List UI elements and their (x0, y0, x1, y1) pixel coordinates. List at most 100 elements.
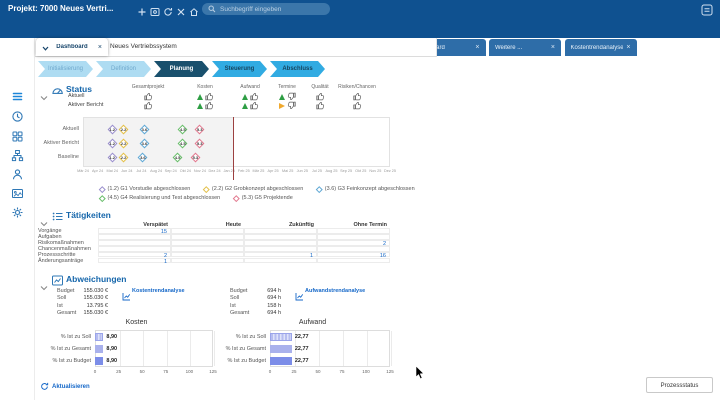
tab-close-icon[interactable]: × (551, 44, 555, 51)
history-icon[interactable] (11, 110, 24, 123)
legend-item: (3.6) G3 Feinkonzept abgeschlossen (316, 185, 415, 193)
phase-steuerung[interactable]: Steuerung (212, 61, 267, 77)
aufwandstrendanalyse-link[interactable]: Aufwandstrendanalyse (305, 288, 365, 294)
thumb-up-icon[interactable] (204, 97, 214, 115)
trend-up-icon (241, 93, 248, 100)
bar-row-label: % Ist zu Soll (235, 334, 266, 340)
phase-abschluss[interactable]: Abschluss (270, 61, 325, 77)
milestone-marker[interactable]: 5.3 (189, 151, 201, 163)
tab-bar: Dashboard×Projektsteckbrief×Budget×Termi… (0, 18, 720, 56)
milestone-marker[interactable]: 4.5 (172, 151, 184, 163)
panel-menu-icon[interactable] (701, 3, 713, 16)
bar-row-label: % Ist zu Budget (52, 358, 91, 364)
kostentrendanalyse-link[interactable]: Kostentrendanalyse (132, 288, 185, 294)
refresh-icon[interactable] (163, 4, 173, 16)
snapshot-icon[interactable] (150, 4, 160, 16)
activities-cell[interactable] (171, 257, 244, 264)
axis-tick-label: 25 (116, 369, 122, 374)
tab-kostentrendanalyse[interactable]: Kostentrendanalyse × (564, 39, 637, 56)
milestone-marker[interactable]: 1.2 (106, 137, 118, 149)
window-title: Projekt: 7000 Neues Vertri... (8, 4, 114, 13)
milestone-marker[interactable]: 3.6 (137, 151, 149, 163)
timeline-row-label: Aktiver Bericht (43, 140, 79, 146)
milestone-marker[interactable]: 1.2 (106, 151, 118, 163)
milestone-marker[interactable]: 4.5 (177, 123, 189, 135)
thumb-up-icon[interactable] (352, 97, 362, 115)
bar-value-label: 8,90 (106, 346, 118, 352)
milestone-marker[interactable]: 1.2 (106, 123, 118, 135)
legend-diamond-icon (99, 194, 106, 202)
menu-icon[interactable] (11, 90, 24, 103)
milestone-marker[interactable]: 3.6 (138, 137, 150, 149)
settings-icon[interactable] (11, 206, 24, 219)
activities-cell[interactable] (317, 257, 390, 264)
milestone-value: 1.2 (109, 126, 115, 132)
tab-label: Weitere ... (495, 44, 523, 51)
milestone-marker[interactable]: 2.2 (118, 123, 130, 135)
milestone-marker[interactable]: 3.6 (138, 123, 150, 135)
tab-close-icon[interactable]: × (475, 44, 479, 51)
milestone-marker[interactable]: 2.2 (118, 151, 130, 163)
close-icon[interactable] (176, 4, 186, 16)
home-icon[interactable] (189, 4, 199, 16)
status-collapse-icon[interactable] (40, 88, 48, 101)
resources-icon[interactable] (11, 168, 24, 181)
deviation-kv-value: 694 h (267, 310, 281, 317)
activities-collapse-icon[interactable] (40, 214, 48, 227)
milestone-marker[interactable]: 5.3 (194, 123, 206, 135)
phase-initialisierung[interactable]: Initialisierung (38, 61, 93, 77)
tab-dashboard[interactable]: Dashboard × (36, 38, 108, 56)
tab-close-icon[interactable]: × (626, 44, 630, 51)
top-bar: Projekt: 7000 Neues Vertri... Suchbegrif… (0, 0, 720, 18)
process-status-button[interactable]: Prozessstatus (646, 377, 713, 393)
plus-icon[interactable] (137, 4, 147, 16)
milestone-marker[interactable]: 4.5 (177, 137, 189, 149)
milestone-value: 5.3 (196, 140, 203, 146)
search-placeholder: Suchbegriff eingeben (220, 5, 282, 13)
status-cell-termine (273, 101, 301, 110)
app-window: Projekt: 7000 Neues Vertri... Suchbegrif… (0, 0, 720, 400)
bar-value-label: 22,77 (294, 346, 309, 352)
search-input[interactable]: Suchbegriff eingeben (202, 3, 330, 15)
legend-diamond-icon (99, 185, 106, 193)
trend-right-icon (278, 102, 285, 109)
project-name: Neues Vertriebssystem (110, 43, 177, 50)
activities-cell[interactable]: 1 (98, 257, 171, 265)
timeline-axis-label: Dez 25 (383, 169, 397, 173)
bar (270, 333, 292, 341)
legend-diamond-icon (203, 185, 210, 193)
tab-label: Kostentrendanalyse (570, 44, 624, 51)
tab-close-icon[interactable]: × (98, 44, 102, 51)
chevron-down-icon[interactable] (42, 38, 49, 56)
milestone-value: 4.5 (174, 154, 181, 160)
tab-label: Dashboard (56, 44, 88, 50)
refresh-button[interactable]: Aktualisieren (40, 382, 90, 391)
phase-definition[interactable]: Definition (96, 61, 151, 77)
legend-item: (1.2) G1 Vorstudie abgeschlossen (99, 185, 190, 193)
gridline (343, 331, 344, 366)
activities-cell[interactable] (244, 257, 317, 264)
refresh-label: Aktualisieren (52, 383, 90, 390)
deviations-collapse-icon[interactable] (40, 278, 48, 291)
legend-item: (2.2) G2 Grobkonzept abgeschlossen (203, 185, 303, 193)
thumb-up-icon[interactable] (249, 97, 259, 115)
deviation-kv-value: 694 h (267, 295, 281, 302)
bar-value-label: 22,77 (294, 358, 309, 364)
bar (270, 345, 292, 353)
gridline (166, 331, 168, 366)
bar (270, 357, 292, 365)
thumb-down-icon[interactable] (287, 97, 296, 115)
milestone-value: 1.2 (109, 154, 115, 160)
thumb-up-icon[interactable] (315, 97, 325, 115)
thumb-up-icon[interactable] (143, 97, 153, 115)
timeline-legend-line: (4.5) G4 Realisierung und Test abgeschlo… (99, 194, 293, 202)
gridline (367, 331, 368, 366)
reports-icon[interactable] (11, 187, 24, 200)
milestone-marker[interactable]: 5.3 (194, 137, 206, 149)
axis-tick-label: 125 (386, 369, 394, 374)
milestone-marker[interactable]: 2.2 (118, 137, 130, 149)
milestone-value: 3.6 (140, 154, 146, 160)
phase-planung[interactable]: Planung (154, 61, 209, 77)
bar-row-label: % Ist zu Gesamt (50, 346, 91, 352)
tab-weitere[interactable]: Weitere ... × (489, 39, 561, 56)
